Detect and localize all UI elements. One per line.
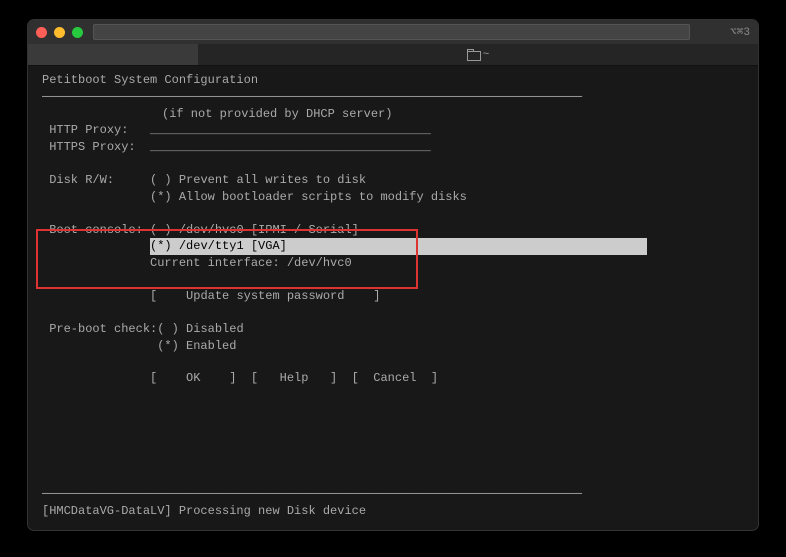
minimize-icon[interactable] xyxy=(54,27,65,38)
https-proxy-field[interactable]: _______________________________________ xyxy=(150,140,431,154)
tab-active[interactable] xyxy=(28,44,198,65)
tab-label: ~ xyxy=(483,49,490,61)
https-proxy-label: HTTPS Proxy: xyxy=(49,140,135,154)
tabbar: ~ xyxy=(28,44,758,66)
divider-top: ────────────────────────────────────────… xyxy=(42,89,744,106)
traffic-lights xyxy=(36,27,83,38)
tab-home[interactable]: ~ xyxy=(198,44,758,65)
disk-rw-label: Disk R/W: xyxy=(49,173,114,187)
terminal-body[interactable]: Petitboot System Configuration ─────────… xyxy=(28,66,758,530)
titlebar-shortcut: ⌥⌘3 xyxy=(730,25,750,39)
disk-rw-row2: (*) Allow bootloader scripts to modify d… xyxy=(42,189,744,206)
update-pw-row: [ Update system password ] xyxy=(42,288,744,305)
disk-opt-allow[interactable]: (*) Allow bootloader scripts to modify d… xyxy=(150,190,467,204)
buttons-row: [ OK ] [ Help ] [ Cancel ] xyxy=(42,370,744,387)
maximize-icon[interactable] xyxy=(72,27,83,38)
titlebar: ⌥⌘3 xyxy=(28,20,758,44)
https-proxy-row: HTTPS Proxy: ___________________________… xyxy=(42,139,744,156)
preboot-label: Pre-boot check: xyxy=(49,322,157,336)
http-proxy-field[interactable]: _______________________________________ xyxy=(150,123,431,137)
preboot-row: Pre-boot check:( ) Disabled xyxy=(42,321,744,338)
divider-bottom: ────────────────────────────────────────… xyxy=(42,486,582,503)
preboot-opt-disabled[interactable]: ( ) Disabled xyxy=(157,322,243,336)
status-line: [HMCDataVG-DataLV] Processing new Disk d… xyxy=(42,503,582,520)
boot-console-row2: (*) /dev/tty1 [VGA] xyxy=(42,238,744,255)
http-proxy-label: HTTP Proxy: xyxy=(49,123,128,137)
action-buttons[interactable]: [ OK ] [ Help ] [ Cancel ] xyxy=(150,371,438,385)
preboot-row2: (*) Enabled xyxy=(42,338,744,355)
update-password-button[interactable]: [ Update system password ] xyxy=(150,289,380,303)
disk-opt-prevent[interactable]: ( ) Prevent all writes to disk xyxy=(150,173,366,187)
terminal-window: ⌥⌘3 ~ Petitboot System Configuration ───… xyxy=(28,20,758,530)
boot-current-row: Current interface: /dev/hvc0 xyxy=(42,255,744,272)
status-area: ────────────────────────────────────────… xyxy=(42,486,582,520)
page-title: Petitboot System Configuration xyxy=(42,72,744,89)
boot-opt-tty1-selected[interactable]: (*) /dev/tty1 [VGA] xyxy=(150,238,647,255)
boot-console-row: Boot console: ( ) /dev/hvc0 [IPMI / Seri… xyxy=(42,222,744,239)
folder-icon xyxy=(467,50,479,60)
disk-rw-row: Disk R/W: ( ) Prevent all writes to disk xyxy=(42,172,744,189)
titlebar-search[interactable] xyxy=(93,24,690,40)
http-proxy-row: HTTP Proxy: ____________________________… xyxy=(42,122,744,139)
preboot-opt-enabled[interactable]: (*) Enabled xyxy=(157,339,236,353)
close-icon[interactable] xyxy=(36,27,47,38)
boot-current-interface: Current interface: /dev/hvc0 xyxy=(150,256,352,270)
boot-opt-hvc0[interactable]: ( ) /dev/hvc0 [IPMI / Serial] xyxy=(150,223,359,237)
dhcp-note: (if not provided by DHCP server) xyxy=(42,106,744,123)
boot-console-label: Boot console: xyxy=(49,223,143,237)
